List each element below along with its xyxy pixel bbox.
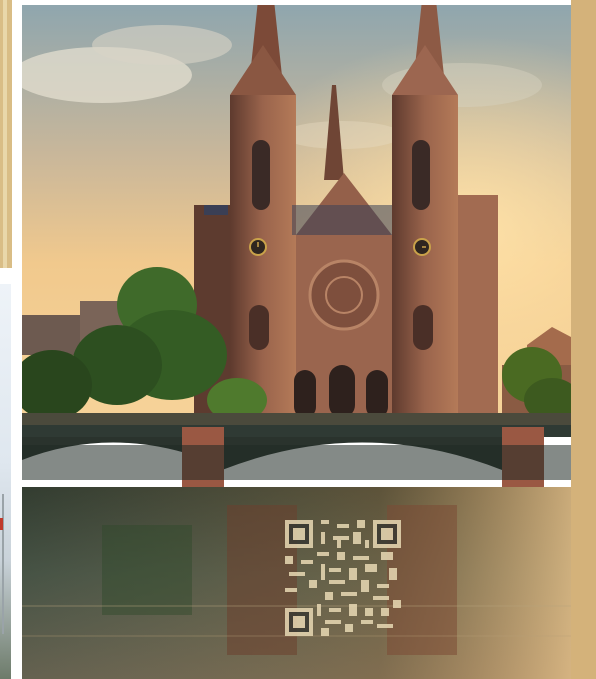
- bridge: [22, 425, 571, 487]
- left-photo-strip: [0, 284, 11, 679]
- flag-icon: [0, 518, 3, 530]
- clock-icon: [413, 238, 431, 256]
- qr-code-icon[interactable]: [285, 520, 401, 636]
- left-margin: [0, 0, 22, 679]
- clock-icon: [249, 238, 267, 256]
- right-gold-panel: [571, 0, 596, 679]
- left-gold-panel: [0, 0, 12, 268]
